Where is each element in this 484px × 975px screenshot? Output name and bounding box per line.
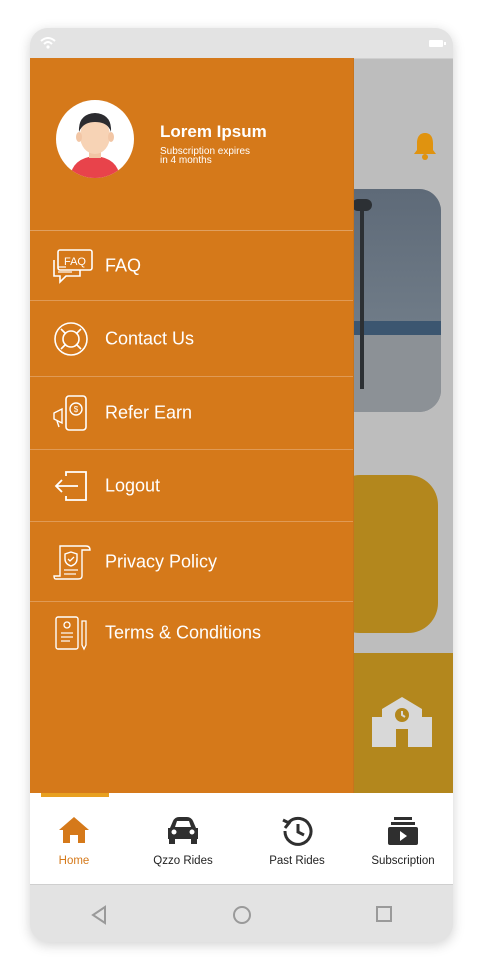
- home-circle-icon[interactable]: [232, 905, 252, 930]
- car-icon: [165, 815, 201, 850]
- svg-text:FAQ: FAQ: [64, 256, 86, 268]
- subscription-line-2: in 4 months: [160, 155, 212, 166]
- logout-icon: [52, 468, 94, 504]
- history-icon: [279, 815, 315, 852]
- battery-icon: [429, 40, 446, 47]
- tab-label-qzzo-rides: Qzzo Rides: [153, 855, 213, 867]
- menu-label-privacy-policy: Privacy Policy: [105, 551, 218, 571]
- menu-item-faq[interactable]: FAQ FAQ: [30, 231, 353, 301]
- menu-item-logout[interactable]: Logout: [30, 450, 353, 522]
- home-icon: [57, 815, 91, 850]
- lifebuoy-icon: [52, 321, 94, 357]
- tab-past-rides[interactable]: Past Rides: [247, 803, 347, 878]
- system-nav-bar: [30, 884, 453, 942]
- subscription-status: Subscription expires in 4 months: [160, 147, 280, 166]
- menu-label-contact-us: Contact Us: [105, 328, 195, 348]
- user-name: Lorem Ipsum: [160, 122, 267, 141]
- bottom-tab-bar: Home Qzzo Rides Past Rides Subscription: [30, 793, 453, 884]
- tab-label-subscription: Subscription: [371, 855, 435, 867]
- tab-home[interactable]: Home: [30, 803, 124, 878]
- active-tab-indicator: [41, 793, 109, 797]
- menu-item-contact-us[interactable]: Contact Us: [30, 301, 353, 377]
- wifi-icon: [40, 36, 56, 54]
- school-icon: [370, 695, 434, 754]
- drawer-header: Lorem Ipsum Subscription expires in 4 mo…: [30, 58, 353, 231]
- avatar[interactable]: [56, 100, 134, 178]
- privacy-policy-icon: [52, 544, 94, 580]
- faq-icon: FAQ: [52, 248, 94, 284]
- menu-label-terms: Terms & Conditions: [105, 622, 262, 643]
- menu-item-terms[interactable]: Terms & Conditions: [30, 602, 353, 664]
- navigation-drawer: Lorem Ipsum Subscription expires in 4 mo…: [30, 58, 354, 794]
- subscription-icon: [386, 815, 420, 852]
- phone-frame: Lorem Ipsum Subscription expires in 4 mo…: [30, 28, 453, 942]
- tab-subscription[interactable]: Subscription: [353, 803, 453, 878]
- menu-label-logout: Logout: [105, 475, 161, 495]
- menu-item-refer-earn[interactable]: $ Refer Earn: [30, 377, 353, 450]
- svg-text:$: $: [74, 405, 79, 414]
- back-icon[interactable]: [90, 905, 108, 930]
- tab-label-home: Home: [58, 855, 90, 867]
- status-bar: [30, 28, 453, 59]
- tab-qzzo-rides[interactable]: Qzzo Rides: [133, 803, 233, 878]
- refer-earn-icon: $: [52, 395, 94, 431]
- menu-label-refer-earn: Refer Earn: [105, 402, 193, 423]
- menu-item-privacy-policy[interactable]: Privacy Policy: [30, 522, 353, 602]
- recents-icon[interactable]: [375, 905, 393, 928]
- tab-label-past-rides: Past Rides: [269, 855, 325, 867]
- terms-icon: [52, 615, 94, 651]
- menu-label-faq: FAQ: [105, 255, 142, 275]
- bell-icon[interactable]: [412, 131, 438, 166]
